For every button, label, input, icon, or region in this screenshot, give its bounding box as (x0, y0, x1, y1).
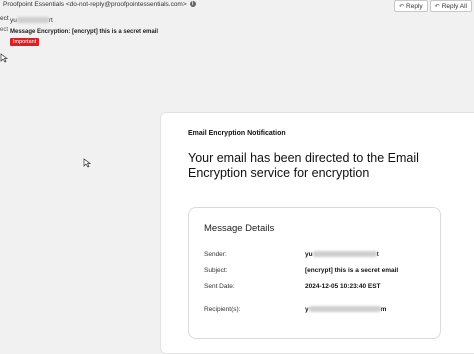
sender-value-start: yu (305, 251, 313, 258)
reply-label: Reply (406, 2, 423, 10)
redacted-recipient (16, 17, 49, 24)
mouse-pointer-icon (83, 158, 91, 168)
recipients-value-end: m (380, 306, 387, 313)
sender-value: yu t (305, 251, 379, 258)
email-subject: Message Encryption: [encrypt] this is a … (10, 29, 159, 35)
subject-line: ect Message Encryption: [encrypt] this is… (0, 27, 158, 35)
importance-badge: Important (10, 38, 40, 46)
subject-value: [encrypt] this is a secret email (305, 267, 399, 274)
sent-date-value: 2024-12-05 10:23:40 EST (305, 283, 381, 290)
reply-actions: ↶ Reply ↶ Reply All (394, 0, 472, 12)
recipient-line: ectyu rt (0, 15, 53, 24)
notification-title: Your email has been directed to the Emai… (188, 151, 419, 180)
subject-label: Subject: (204, 267, 228, 274)
reply-icon: ↶ (399, 3, 405, 10)
sender-line: Proofpoint Essentials <do-not-reply@proo… (3, 1, 196, 8)
sent-date-label: Sent Date: (204, 283, 235, 290)
reply-button[interactable]: ↶ Reply (394, 0, 428, 12)
message-details-panel: Message Details Sender: yu t Subject: [en… (188, 207, 441, 339)
info-icon[interactable]: i (189, 1, 196, 8)
notification-heading: Email Encryption Notification (188, 130, 286, 137)
recipients-value: ym (305, 306, 386, 313)
to-prefix: ect (0, 15, 9, 22)
recipient-start: yu (10, 17, 17, 24)
redacted-recipients (308, 306, 381, 313)
email-header: Proofpoint Essentials <do-not-reply@proo… (0, 0, 474, 60)
subject-prefix: ect (0, 27, 9, 33)
sender-value-end: t (376, 251, 379, 258)
message-details-title: Message Details (204, 223, 275, 234)
mouse-pointer-icon (0, 53, 8, 63)
recipient-end: rt (48, 17, 53, 24)
sender-label: Sender: (204, 251, 227, 258)
encryption-notification-card: Email Encryption Notification Your email… (160, 112, 474, 354)
sender-address[interactable]: Proofpoint Essentials <do-not-reply@proo… (3, 1, 187, 8)
redacted-sender (312, 251, 377, 258)
recipients-label: Recipient(s): (204, 306, 241, 313)
reply-all-label: Reply All (441, 2, 467, 10)
reply-all-icon: ↶ (434, 3, 440, 10)
reply-all-button[interactable]: ↶ Reply All (429, 0, 472, 12)
